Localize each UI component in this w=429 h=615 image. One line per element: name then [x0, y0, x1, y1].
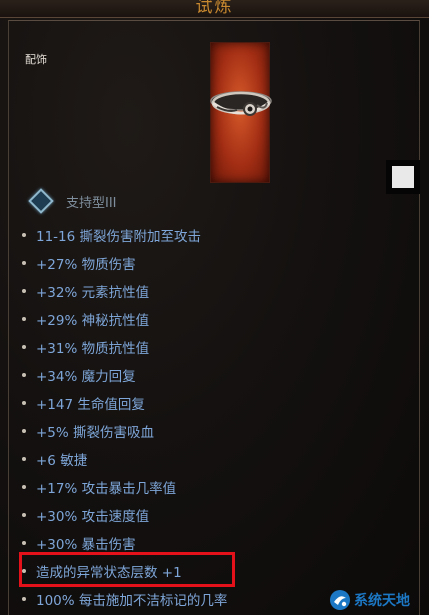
bullet-icon: [22, 345, 26, 349]
item-image: [210, 42, 272, 183]
bullet-icon: [22, 485, 26, 489]
mod-row: +6 敏捷: [22, 445, 422, 473]
cursor-marker: [386, 160, 420, 194]
mod-row: +5% 撕裂伤害吸血: [22, 417, 422, 445]
bullet-icon: [22, 429, 26, 433]
mod-row: +32% 元素抗性值: [22, 277, 422, 305]
mod-text: +30% 攻击速度值: [36, 509, 150, 525]
mod-text: +29% 神秘抗性值: [36, 313, 150, 329]
diamond-icon: [28, 188, 54, 214]
highlight-box: [19, 552, 235, 587]
mod-row: 11-16 撕裂伤害附加至攻击: [22, 221, 422, 249]
mod-text: +30% 暴击伤害: [36, 537, 136, 553]
mod-text: +32% 元素抗性值: [36, 285, 150, 301]
mod-text: +147 生命值回复: [36, 397, 145, 413]
mod-row: +29% 神秘抗性值: [22, 305, 422, 333]
mod-text: +5% 撕裂伤害吸血: [36, 425, 155, 441]
item-tooltip-panel: 试炼 配饰 支持型III 11-16 撕裂伤害附加至攻击 +27% 物质伤害 +…: [0, 0, 429, 615]
mod-text: +17% 攻击暴击几率值: [36, 481, 177, 497]
mod-text: +31% 物质抗性值: [36, 341, 150, 357]
watermark-text: 系统天地: [354, 593, 410, 609]
header-bar: 试炼: [0, 0, 429, 18]
mod-row: +147 生命值回复: [22, 389, 422, 417]
bullet-icon: [22, 513, 26, 517]
mod-text: 11-16 撕裂伤害附加至攻击: [36, 229, 202, 245]
bullet-icon: [22, 233, 26, 237]
item-type-label: 支持型III: [66, 195, 117, 211]
bullet-icon: [22, 373, 26, 377]
watermark: 系统天地: [329, 587, 427, 613]
mod-row: +30% 攻击速度值: [22, 501, 422, 529]
mod-row: +34% 魔力回复: [22, 361, 422, 389]
belt-icon: [210, 91, 272, 116]
bullet-icon: [22, 401, 26, 405]
mod-row: +31% 物质抗性值: [22, 333, 422, 361]
mod-text: +34% 魔力回复: [36, 369, 136, 385]
bullet-icon: [22, 541, 26, 545]
item-category: 配饰: [25, 53, 47, 66]
mod-text: +6 敏捷: [36, 453, 88, 469]
bullet-icon: [22, 317, 26, 321]
mod-text: +27% 物质伤害: [36, 257, 136, 273]
panel-title: 试炼: [195, 0, 234, 17]
item-type-row: 支持型III: [28, 188, 117, 214]
watermark-logo-icon: [330, 590, 350, 610]
bullet-icon: [22, 597, 26, 601]
bullet-icon: [22, 289, 26, 293]
bullet-icon: [22, 261, 26, 265]
mod-text: 100% 每击施加不洁标记的几率: [36, 593, 228, 609]
mod-row: +17% 攻击暴击几率值: [22, 473, 422, 501]
bullet-icon: [22, 457, 26, 461]
mod-row: +27% 物质伤害: [22, 249, 422, 277]
